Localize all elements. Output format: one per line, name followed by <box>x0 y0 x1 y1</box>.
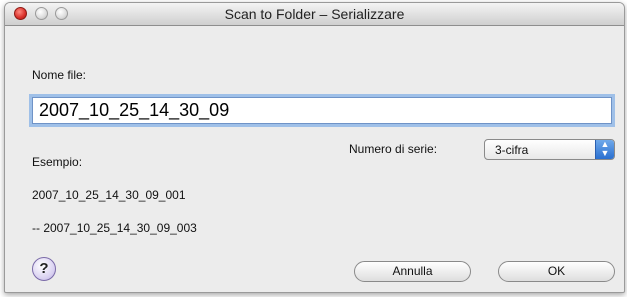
title-bar: Scan to Folder – Serializzare <box>5 3 624 26</box>
ok-button[interactable]: OK <box>498 261 615 282</box>
window-title: Scan to Folder – Serializzare <box>224 6 405 22</box>
cancel-button[interactable]: Annulla <box>354 261 471 282</box>
filename-label: Nome file: <box>32 68 87 82</box>
help-button[interactable]: ? <box>32 257 56 281</box>
dialog-window: Scan to Folder – Serializzare Nome file:… <box>4 2 625 293</box>
example-last-filename: -- 2007_10_25_14_30_09_003 <box>32 221 197 235</box>
example-first-filename: 2007_10_25_14_30_09_001 <box>32 188 186 202</box>
select-arrows-icon: ▲ ▼ <box>595 140 614 159</box>
serial-number-value: 3-cifra <box>495 143 529 157</box>
filename-input[interactable]: 2007_10_25_14_30_09 <box>32 97 612 124</box>
serial-number-select[interactable]: 3-cifra ▲ ▼ <box>484 139 615 160</box>
example-label: Esempio: <box>32 155 83 169</box>
serial-number-label: Numero di serie: <box>349 142 438 156</box>
